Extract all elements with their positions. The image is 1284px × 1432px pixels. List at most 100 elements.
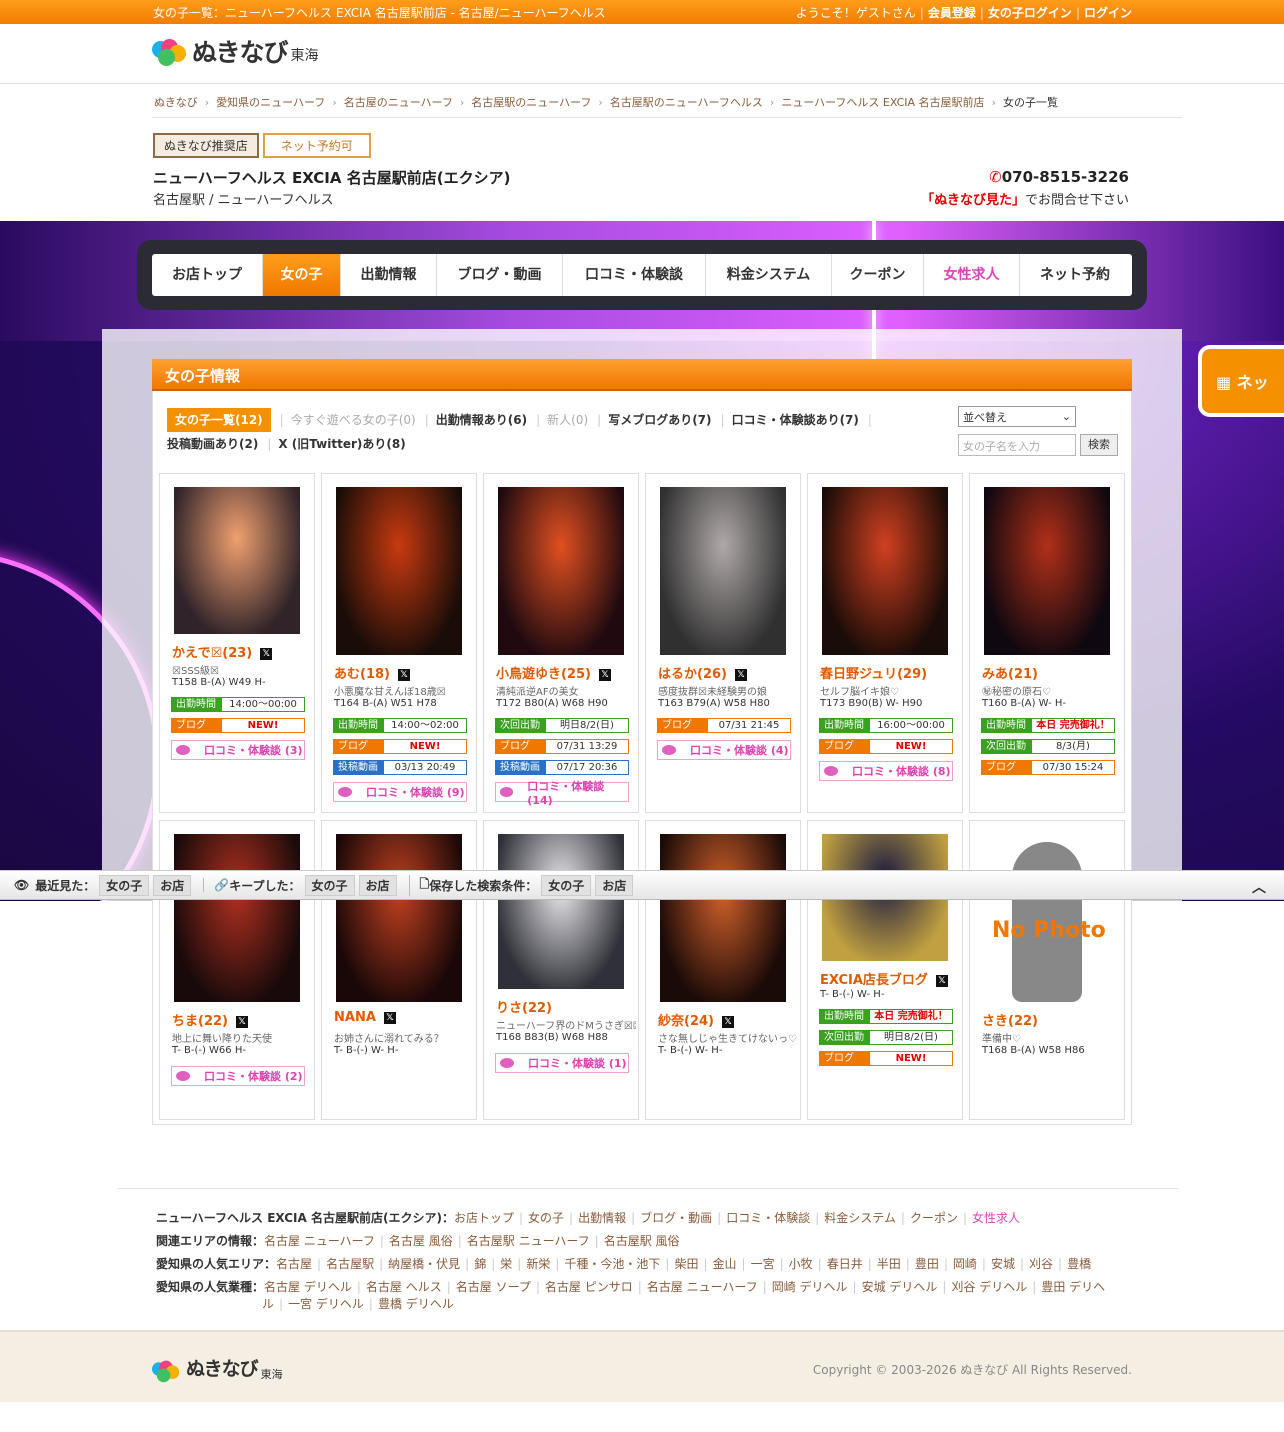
- footer-link[interactable]: 出勤情報: [578, 1211, 626, 1225]
- girl-name-text[interactable]: ちま(22): [172, 1014, 228, 1029]
- status-row[interactable]: ブログ 07/30 15:24: [981, 760, 1115, 775]
- breadcrumb-item[interactable]: 名古屋駅のニューハーフ: [471, 96, 591, 109]
- review-link[interactable]: 口コミ・体験談 (8): [819, 761, 953, 781]
- footer-link[interactable]: 栄: [500, 1257, 512, 1271]
- footer-link[interactable]: 料金システム: [824, 1211, 896, 1225]
- girl-name[interactable]: りさ(22): [496, 997, 552, 1016]
- girl-name[interactable]: 小鳥遊ゆき(25) 𝕏: [496, 663, 611, 682]
- girl-photo[interactable]: [984, 487, 1110, 655]
- footer-link[interactable]: 小牧: [789, 1257, 813, 1271]
- recent-seen-girl-tab[interactable]: 女の子: [99, 874, 150, 896]
- footer-link[interactable]: 半田: [877, 1257, 901, 1271]
- girl-name-input[interactable]: 女の子名を入力: [958, 434, 1076, 456]
- footer-link[interactable]: 安城 デリヘル: [862, 1280, 938, 1294]
- footer-link[interactable]: 名古屋 ニューハーフ: [264, 1234, 375, 1248]
- girl-name[interactable]: 春日野ジュリ(29): [820, 663, 927, 682]
- x-twitter-icon[interactable]: 𝕏: [383, 1011, 396, 1024]
- nav-item[interactable]: 女性求人: [924, 254, 1020, 296]
- girl-card[interactable]: かえで☒(23) 𝕏 ☒SSS級☒ T158 B-(A) W49 H- 出勤時間 14:0…: [159, 473, 315, 813]
- girl-name-text[interactable]: りさ(22): [496, 1001, 552, 1016]
- saved-girl-tab[interactable]: 女の子: [541, 874, 592, 896]
- footer-link[interactable]: 錦: [474, 1257, 486, 1271]
- review-link[interactable]: 口コミ・体験談 (4): [657, 740, 791, 760]
- girl-photo[interactable]: [336, 487, 462, 655]
- breadcrumb-item[interactable]: ニューハーフヘルス EXCIA 名古屋駅前店: [781, 96, 984, 109]
- review-link[interactable]: 口コミ・体験談 (1): [495, 1053, 629, 1073]
- status-row[interactable]: 次回出勤 明日8/2(日): [819, 1030, 953, 1045]
- collapse-chevron-icon[interactable]: ︿: [1252, 877, 1266, 897]
- girl-name[interactable]: NANA 𝕏: [334, 1010, 396, 1025]
- girl-photo[interactable]: [174, 834, 300, 1002]
- footer-link[interactable]: 豊田: [915, 1257, 939, 1271]
- footer-link[interactable]: 豊橋 デリヘル: [378, 1297, 454, 1311]
- girl-photo[interactable]: [174, 487, 300, 634]
- footer-link[interactable]: 名古屋 デリヘル: [264, 1280, 352, 1294]
- status-row[interactable]: 出勤時間 本日 完売御礼！: [981, 718, 1115, 733]
- footer-link[interactable]: 名古屋 ピンサロ: [545, 1280, 633, 1294]
- filter-tab[interactable]: 今すぐ遊べる女の子(0): [291, 408, 416, 432]
- filter-tab[interactable]: 出勤情報あり(6): [436, 408, 527, 432]
- footer-link[interactable]: 名古屋駅 風俗: [604, 1234, 680, 1248]
- review-link[interactable]: 口コミ・体験談 (2): [171, 1066, 305, 1086]
- filter-tab[interactable]: X (旧Twitter)あり(8): [278, 432, 405, 456]
- girl-name[interactable]: 紗奈(24) 𝕏: [658, 1010, 734, 1029]
- girl-name[interactable]: あむ(18) 𝕏: [334, 663, 410, 682]
- review-link[interactable]: 口コミ・体験談 (14): [495, 780, 629, 807]
- status-row[interactable]: 出勤時間 14:00〜00:00: [171, 697, 305, 712]
- status-row[interactable]: ブログ NEW!: [819, 739, 953, 754]
- login-link[interactable]: ログイン: [1084, 6, 1132, 20]
- nav-item[interactable]: クーポン: [832, 254, 924, 296]
- footer-link[interactable]: 女性求人: [972, 1211, 1020, 1225]
- girl-photo[interactable]: [498, 487, 624, 655]
- shop-phone[interactable]: ✆070-8515-3226: [989, 168, 1129, 186]
- filter-tab[interactable]: 写メブログあり(7): [608, 408, 711, 432]
- breadcrumb-item[interactable]: 名古屋駅のニューハーフヘルス: [610, 96, 763, 109]
- review-link[interactable]: 口コミ・体験談 (3): [171, 740, 305, 760]
- girl-login-link[interactable]: 女の子ログイン: [988, 6, 1072, 20]
- girl-card[interactable]: はるか(26) 𝕏 感度抜群☒未経験男の娘 T163 B79(A) W58 H80 ブロ…: [645, 473, 801, 813]
- footer-link[interactable]: 名古屋: [276, 1257, 312, 1271]
- footer-link[interactable]: 金山: [713, 1257, 737, 1271]
- nav-item[interactable]: 出勤情報: [341, 254, 437, 296]
- girl-card[interactable]: ちま(22) 𝕏 地上に舞い降りた天使 T- B-(-) W66 H- 口コミ・体験談 …: [159, 820, 315, 1120]
- site-logo[interactable]: ぬきなび 東海: [152, 39, 319, 67]
- girl-photo[interactable]: [336, 834, 462, 1002]
- footer-link[interactable]: 名古屋駅 ニューハーフ: [467, 1234, 590, 1248]
- girl-name-text[interactable]: あむ(18): [334, 667, 390, 682]
- breadcrumb-item[interactable]: ぬきなび: [154, 96, 198, 109]
- girl-card[interactable]: 春日野ジュリ(29) セルフ脳イキ娘♡ T173 B90(B) W- H90 出勤時間…: [807, 473, 963, 813]
- girl-photo[interactable]: No Photo: [984, 834, 1110, 1002]
- footer-link[interactable]: クーポン: [910, 1211, 958, 1225]
- girl-name-text[interactable]: みあ(21): [982, 667, 1038, 682]
- girl-photo[interactable]: [822, 487, 948, 655]
- girl-name[interactable]: みあ(21): [982, 663, 1038, 682]
- status-row[interactable]: ブログ NEW!: [333, 739, 467, 754]
- girl-name[interactable]: かえで☒(23) 𝕏: [172, 642, 273, 661]
- phone-number[interactable]: 070-8515-3226: [1002, 168, 1129, 186]
- keep-shop-tab[interactable]: お店: [358, 874, 397, 896]
- keep-girl-tab[interactable]: 女の子: [304, 874, 355, 896]
- footer-link[interactable]: お店トップ: [454, 1211, 514, 1225]
- girl-name-text[interactable]: さき(22): [982, 1014, 1038, 1029]
- status-row[interactable]: 出勤時間 本日 完売御礼！: [819, 1009, 953, 1024]
- saved-shop-tab[interactable]: お店: [595, 874, 634, 896]
- nav-item[interactable]: 口コミ・体験談: [563, 254, 706, 296]
- girl-card[interactable]: あむ(18) 𝕏 小悪魔な甘えんぼ18歳☒ T164 B-(A) W51 H78 出勤時…: [321, 473, 477, 813]
- filter-tab[interactable]: 新人(0): [547, 408, 588, 432]
- footer-link[interactable]: 名古屋 ヘルス: [366, 1280, 442, 1294]
- footer-link[interactable]: 岡崎 デリヘル: [772, 1280, 848, 1294]
- girl-card[interactable]: 紗奈(24) 𝕏 さな無しじゃ生きてけないっ♡ T- B-(-) W- H-: [645, 820, 801, 1120]
- footer-link[interactable]: 口コミ・体験談: [726, 1211, 810, 1225]
- nav-item[interactable]: 料金システム: [706, 254, 832, 296]
- girl-name-text[interactable]: NANA: [334, 1010, 376, 1025]
- girl-name[interactable]: EXCIA店長ブログ 𝕏: [820, 969, 948, 988]
- girl-name-text[interactable]: 春日野ジュリ(29): [820, 667, 927, 682]
- footer-link[interactable]: 刈谷 デリヘル: [951, 1280, 1027, 1294]
- sort-select[interactable]: 並べ替え ⌄: [958, 406, 1076, 427]
- footer-link[interactable]: 新栄: [526, 1257, 550, 1271]
- net-reserve-floating-button[interactable]: ▦ ネッ: [1198, 345, 1284, 417]
- girl-photo[interactable]: [498, 834, 624, 989]
- nav-item[interactable]: 女の子: [263, 254, 341, 296]
- footer-link[interactable]: 女の子: [528, 1211, 564, 1225]
- status-row[interactable]: ブログ 07/31 21:45: [657, 718, 791, 733]
